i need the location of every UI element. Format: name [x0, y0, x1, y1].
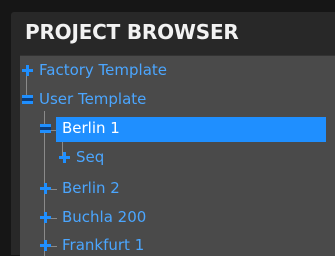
project-tree: Factory Template User Template Berlin 1 … — [20, 55, 335, 256]
tree-item-frankfurt-1[interactable]: Frankfurt 1 — [20, 233, 335, 256]
tree-item-label: User Template — [39, 90, 147, 108]
tree-item-buchla-200[interactable]: Buchla 200 — [20, 205, 335, 231]
tree-item-label: Berlin 2 — [62, 179, 120, 197]
expand-plus-icon[interactable] — [22, 65, 33, 76]
tree-item-berlin-1[interactable]: Berlin 1 — [20, 116, 335, 142]
panel-title: PROJECT BROWSER — [25, 20, 239, 44]
expand-plus-icon[interactable] — [40, 240, 51, 251]
expand-plus-icon[interactable] — [40, 183, 51, 194]
tree-item-seq[interactable]: Seq — [20, 145, 335, 171]
expand-plus-icon[interactable] — [40, 212, 51, 223]
tree-item-berlin-2[interactable]: Berlin 2 — [20, 176, 335, 202]
tree-item-label: Factory Template — [39, 61, 168, 79]
collapse-minus-icon[interactable] — [40, 123, 51, 134]
tree-item-label: Frankfurt 1 — [62, 236, 145, 254]
tree-item-factory-template[interactable]: Factory Template — [20, 58, 335, 84]
tree-item-label: Berlin 1 — [62, 119, 120, 137]
collapse-minus-icon[interactable] — [22, 94, 33, 105]
tree-item-user-template[interactable]: User Template — [20, 87, 335, 113]
tree-item-label: Buchla 200 — [62, 208, 147, 226]
expand-plus-icon[interactable] — [59, 152, 70, 163]
tree-item-label: Seq — [76, 148, 105, 166]
